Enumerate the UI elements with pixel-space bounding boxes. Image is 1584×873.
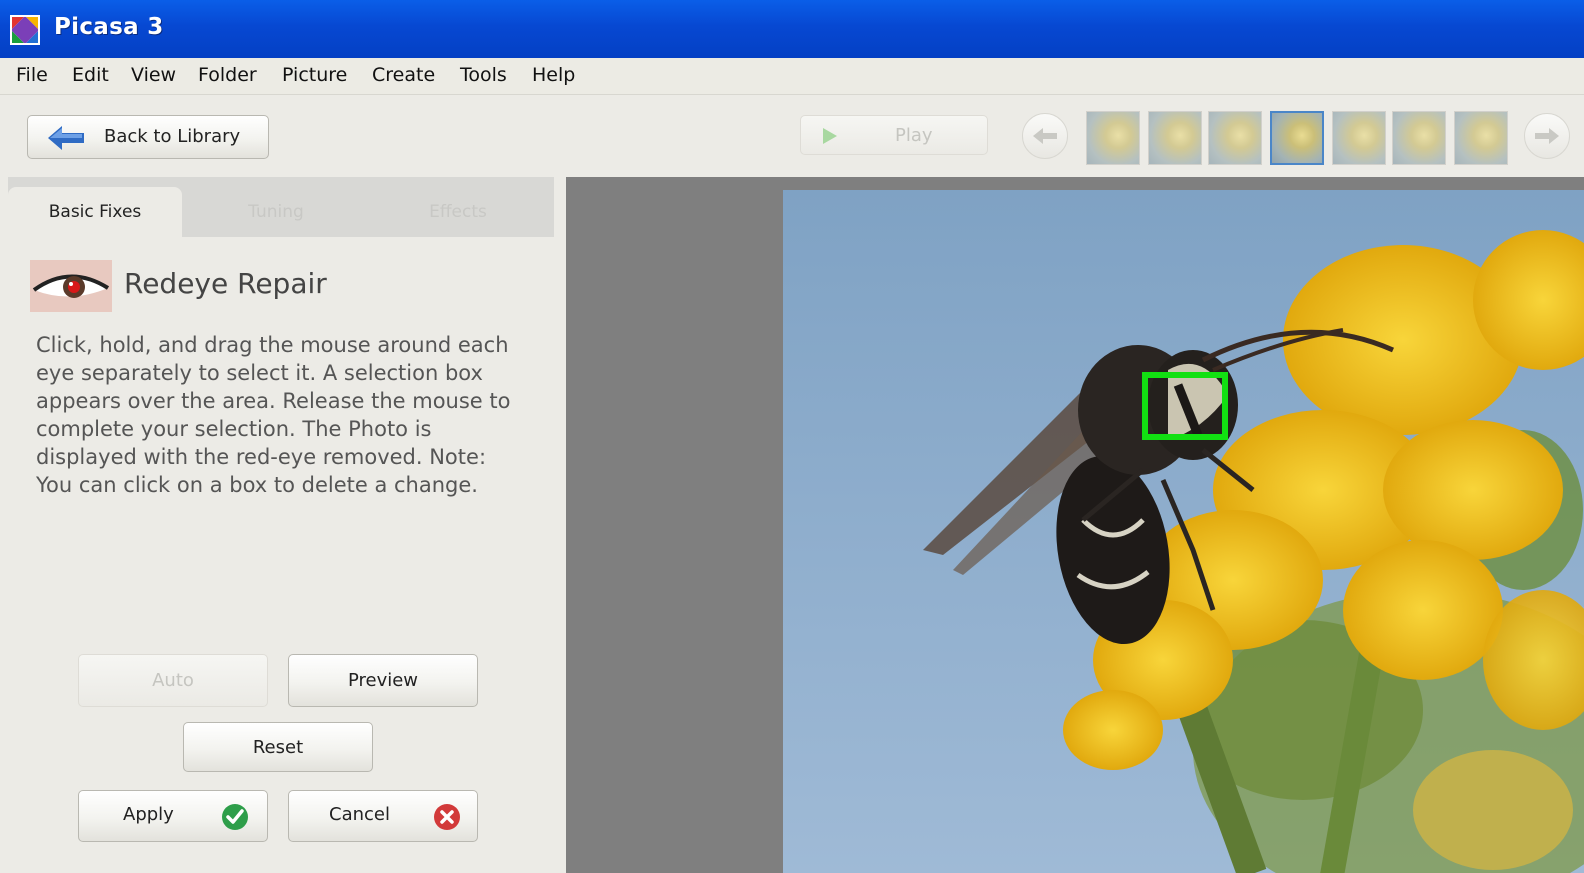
cancel-x-icon bbox=[434, 804, 460, 830]
cancel-button[interactable]: Cancel bbox=[288, 790, 478, 842]
redeye-icon bbox=[30, 260, 112, 312]
play-label: Play bbox=[895, 125, 933, 146]
next-photo-button[interactable] bbox=[1524, 113, 1570, 159]
back-to-library-label: Back to Library bbox=[104, 126, 241, 147]
preview-label: Preview bbox=[347, 670, 419, 691]
checkmark-icon bbox=[222, 804, 248, 830]
filmstrip-thumbnail[interactable] bbox=[1208, 111, 1262, 165]
menu-create[interactable]: Create bbox=[372, 64, 435, 86]
auto-label: Auto bbox=[152, 670, 194, 691]
filmstrip-thumbnail[interactable] bbox=[1148, 111, 1202, 165]
filmstrip-thumbnail[interactable] bbox=[1086, 111, 1140, 165]
menu-edit[interactable]: Edit bbox=[72, 64, 109, 86]
wasp-on-flower-photo bbox=[783, 190, 1584, 873]
play-icon bbox=[823, 128, 837, 144]
filmstrip-thumbnail[interactable] bbox=[1454, 111, 1508, 165]
reset-button[interactable]: Reset bbox=[183, 722, 373, 772]
arrow-left-icon bbox=[1033, 128, 1057, 144]
apply-label: Apply bbox=[123, 804, 174, 825]
photo-viewer bbox=[566, 177, 1584, 873]
menu-help[interactable]: Help bbox=[532, 64, 575, 86]
reset-label: Reset bbox=[252, 736, 304, 758]
edit-panel: Basic Fixes Tuning Effects Redeye Repair… bbox=[0, 177, 566, 873]
tab-tuning[interactable]: Tuning bbox=[188, 187, 364, 237]
filmstrip-thumbnail[interactable] bbox=[1392, 111, 1446, 165]
filmstrip-thumbnail-selected[interactable] bbox=[1270, 111, 1324, 165]
menu-folder[interactable]: Folder bbox=[198, 64, 257, 86]
title-bar: Picasa 3 bbox=[0, 0, 1584, 58]
preview-button[interactable]: Preview bbox=[288, 654, 478, 707]
back-to-library-button[interactable]: Back to Library bbox=[27, 115, 269, 159]
tab-effects[interactable]: Effects bbox=[370, 187, 546, 237]
tab-basic-fixes[interactable]: Basic Fixes bbox=[8, 187, 182, 237]
menu-file[interactable]: File bbox=[16, 64, 48, 86]
menu-tools[interactable]: Tools bbox=[460, 64, 507, 86]
menu-view[interactable]: View bbox=[131, 64, 176, 86]
window-title: Picasa 3 bbox=[54, 14, 164, 40]
previous-photo-button[interactable] bbox=[1022, 113, 1068, 159]
picasa-logo-icon bbox=[10, 15, 40, 45]
menu-bar: File Edit View Folder Picture Create Too… bbox=[0, 58, 1584, 95]
edit-tabs: Basic Fixes Tuning Effects bbox=[8, 177, 554, 237]
auto-button[interactable]: Auto bbox=[78, 654, 268, 707]
cancel-label: Cancel bbox=[329, 804, 390, 825]
tool-description: Click, hold, and drag the mouse around e… bbox=[36, 333, 511, 497]
toolbar: Back to Library Play bbox=[0, 95, 1584, 177]
menu-picture[interactable]: Picture bbox=[282, 64, 347, 86]
photo-canvas[interactable] bbox=[783, 190, 1584, 873]
tool-title: Redeye Repair bbox=[124, 267, 327, 300]
arrow-left-icon bbox=[48, 126, 84, 150]
apply-button[interactable]: Apply bbox=[78, 790, 268, 842]
arrow-right-icon bbox=[1535, 128, 1559, 144]
play-button[interactable]: Play bbox=[800, 115, 988, 155]
filmstrip-thumbnail[interactable] bbox=[1332, 111, 1386, 165]
